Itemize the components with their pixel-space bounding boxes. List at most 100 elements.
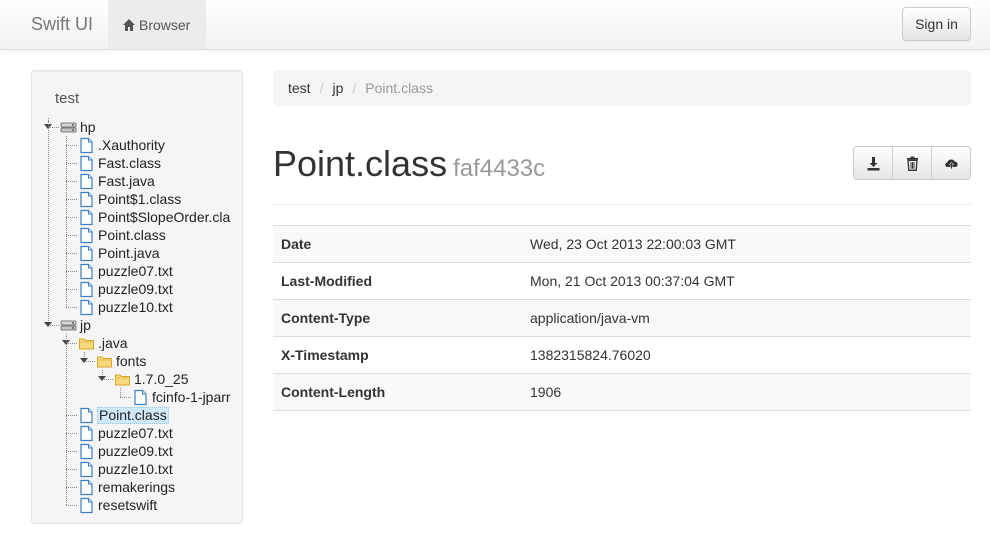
brand-link[interactable]: Swift UI	[31, 14, 93, 35]
file-icon	[80, 425, 93, 441]
tree-item-file[interactable]: puzzle09.txt	[78, 442, 174, 460]
meta-value: application/java-vm	[522, 299, 971, 337]
tree-item-file[interactable]: Point.class	[78, 226, 167, 244]
tree-connector	[120, 388, 121, 397]
file-icon	[80, 461, 93, 477]
tree-item-file[interactable]: puzzle07.txt	[78, 424, 174, 442]
tree-connector	[66, 235, 77, 236]
tree-connector	[66, 505, 77, 506]
tree-item-label: resetswift	[98, 497, 158, 513]
meta-value: Mon, 21 Oct 2013 00:37:04 GMT	[522, 262, 971, 300]
breadcrumb-item-test[interactable]: test	[288, 80, 311, 96]
tree-item-label: Fast.java	[98, 173, 155, 189]
file-icon	[80, 191, 93, 207]
tree-item-label: Point$SlopeOrder.cla	[98, 209, 231, 225]
navbar: Swift UI Browser Sign in	[0, 0, 990, 50]
upload-button[interactable]	[931, 146, 971, 180]
tree-toggle-icon[interactable]	[44, 322, 52, 327]
tree-connector	[66, 181, 77, 182]
server-icon	[60, 122, 77, 132]
object-actions	[853, 146, 971, 180]
tree-item-label: puzzle09.txt	[98, 281, 173, 297]
file-icon	[80, 263, 93, 279]
tree-item-label: .java	[98, 335, 128, 351]
tree-item-folder[interactable]: .java	[78, 334, 129, 352]
sidebar: test hp .Xauthority Fast.class Fast.java Poi…	[31, 70, 243, 524]
tree-toggle-icon[interactable]	[98, 376, 106, 381]
tree-item-file[interactable]: puzzle07.txt	[78, 262, 174, 280]
tree-item-container[interactable]: hp	[60, 118, 97, 136]
delete-button[interactable]	[892, 146, 932, 180]
tree-connector	[66, 217, 77, 218]
sign-in-button[interactable]: Sign in	[902, 7, 971, 41]
file-icon	[80, 407, 93, 423]
download-button[interactable]	[853, 146, 893, 180]
folder-icon	[115, 374, 130, 385]
file-icon	[80, 245, 93, 261]
tree-item-file[interactable]: .Xauthority	[78, 136, 166, 154]
file-icon	[80, 155, 93, 171]
tree-item-label: puzzle07.txt	[98, 425, 173, 441]
tree-item-container[interactable]: jp	[60, 316, 92, 334]
tree-item-file[interactable]: Point.class	[78, 406, 169, 424]
metadata-table: Date Wed, 23 Oct 2013 22:00:03 GMT Last-…	[273, 225, 971, 411]
file-icon	[134, 389, 147, 405]
meta-value: Wed, 23 Oct 2013 22:00:03 GMT	[522, 225, 971, 263]
object-etag: faf4433c	[453, 155, 546, 182]
tree-item-file[interactable]: Point.java	[78, 244, 160, 262]
file-icon	[80, 479, 93, 495]
tree-connector	[66, 163, 77, 164]
tree-item-label: Point.class	[98, 227, 166, 243]
tree-connector	[66, 136, 67, 307]
tree-connector	[66, 199, 77, 200]
nav-item-browser[interactable]: Browser	[108, 0, 206, 49]
tree-item-label: remakerings	[98, 479, 176, 495]
tree-connector	[66, 145, 77, 146]
upload-icon	[944, 159, 958, 169]
breadcrumb-separator: /	[319, 80, 324, 96]
tree-item-file[interactable]: fcinfo-1-jparr	[132, 388, 232, 406]
tree-item-label: Point.class	[97, 406, 169, 424]
tree-connector	[66, 433, 77, 434]
file-icon	[80, 227, 93, 243]
tree-item-label: puzzle10.txt	[98, 299, 173, 315]
tree-item-label: fonts	[116, 353, 147, 369]
nav-item-browser-label: Browser	[139, 16, 191, 33]
tree-item-file[interactable]: remakerings	[78, 478, 176, 496]
table-row: Content-Type application/java-vm	[273, 299, 971, 337]
file-icon	[80, 137, 93, 153]
home-icon	[123, 18, 135, 31]
meta-key: Content-Length	[273, 373, 522, 411]
tree-item-file[interactable]: Point$SlopeOrder.cla	[78, 208, 231, 226]
file-icon	[80, 443, 93, 459]
tree-connector	[48, 118, 49, 325]
tree-item-file[interactable]: puzzle09.txt	[78, 280, 174, 298]
tree-item-label: puzzle10.txt	[98, 461, 173, 477]
tree-item-file[interactable]: Fast.java	[78, 172, 156, 190]
tree-item-label: puzzle09.txt	[98, 443, 173, 459]
tree-connector	[66, 253, 77, 254]
tree-toggle-icon[interactable]	[80, 358, 88, 363]
tree-item-label: puzzle07.txt	[98, 263, 173, 279]
file-icon	[80, 281, 93, 297]
tree-connector	[66, 487, 77, 488]
breadcrumb: test / jp / Point.class	[273, 70, 971, 106]
tree-item-file[interactable]: Point$1.class	[78, 190, 182, 208]
tree-item-folder[interactable]: fonts	[96, 352, 147, 370]
tree-item-file[interactable]: puzzle10.txt	[78, 460, 174, 478]
tree-connector	[66, 271, 77, 272]
meta-key: Last-Modified	[273, 262, 522, 300]
meta-key: Date	[273, 225, 522, 263]
tree-connector	[66, 334, 67, 505]
tree-item-file[interactable]: Fast.class	[78, 154, 162, 172]
tree-item-file[interactable]: resetswift	[78, 496, 158, 514]
meta-value: 1906	[522, 373, 971, 411]
breadcrumb-item-jp[interactable]: jp	[332, 80, 343, 96]
table-row: Last-Modified Mon, 21 Oct 2013 00:37:04 …	[273, 262, 971, 300]
tree-item-folder[interactable]: 1.7.0_25	[114, 370, 190, 388]
tree-item-file[interactable]: puzzle10.txt	[78, 298, 174, 316]
tree-item-label: hp	[80, 119, 96, 135]
tree-item-label: Fast.class	[98, 155, 162, 171]
folder-icon	[97, 356, 112, 367]
file-tree: hp .Xauthority Fast.class Fast.java Point$1.…	[32, 71, 242, 523]
